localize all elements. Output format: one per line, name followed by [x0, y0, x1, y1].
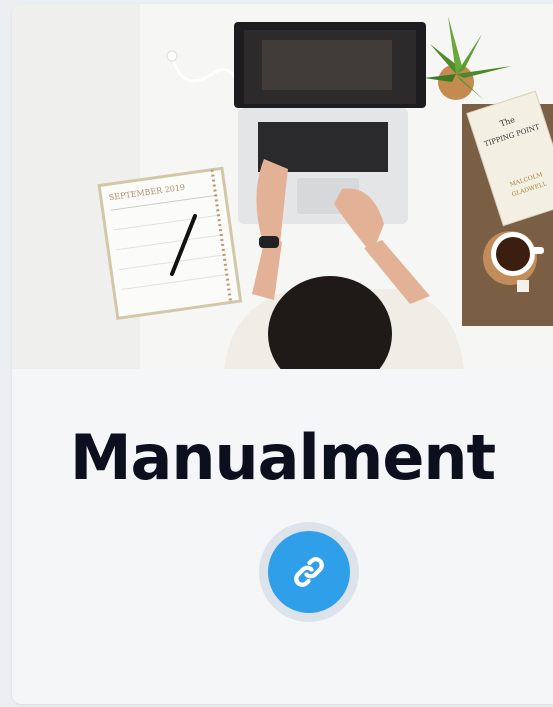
link-button-ring: [259, 522, 359, 622]
desk-illustration: The TIPPING POINT MALCOLM GLADWELL SEPTE…: [12, 4, 553, 369]
desk-photo: The TIPPING POINT MALCOLM GLADWELL SEPTE…: [12, 4, 553, 369]
link-icon: [294, 557, 324, 587]
calendar-notebook: SEPTEMBER 2019: [97, 166, 243, 320]
card-title: Manualment: [69, 421, 496, 494]
feature-card: The TIPPING POINT MALCOLM GLADWELL SEPTE…: [12, 4, 553, 704]
link-button[interactable]: [268, 531, 350, 613]
